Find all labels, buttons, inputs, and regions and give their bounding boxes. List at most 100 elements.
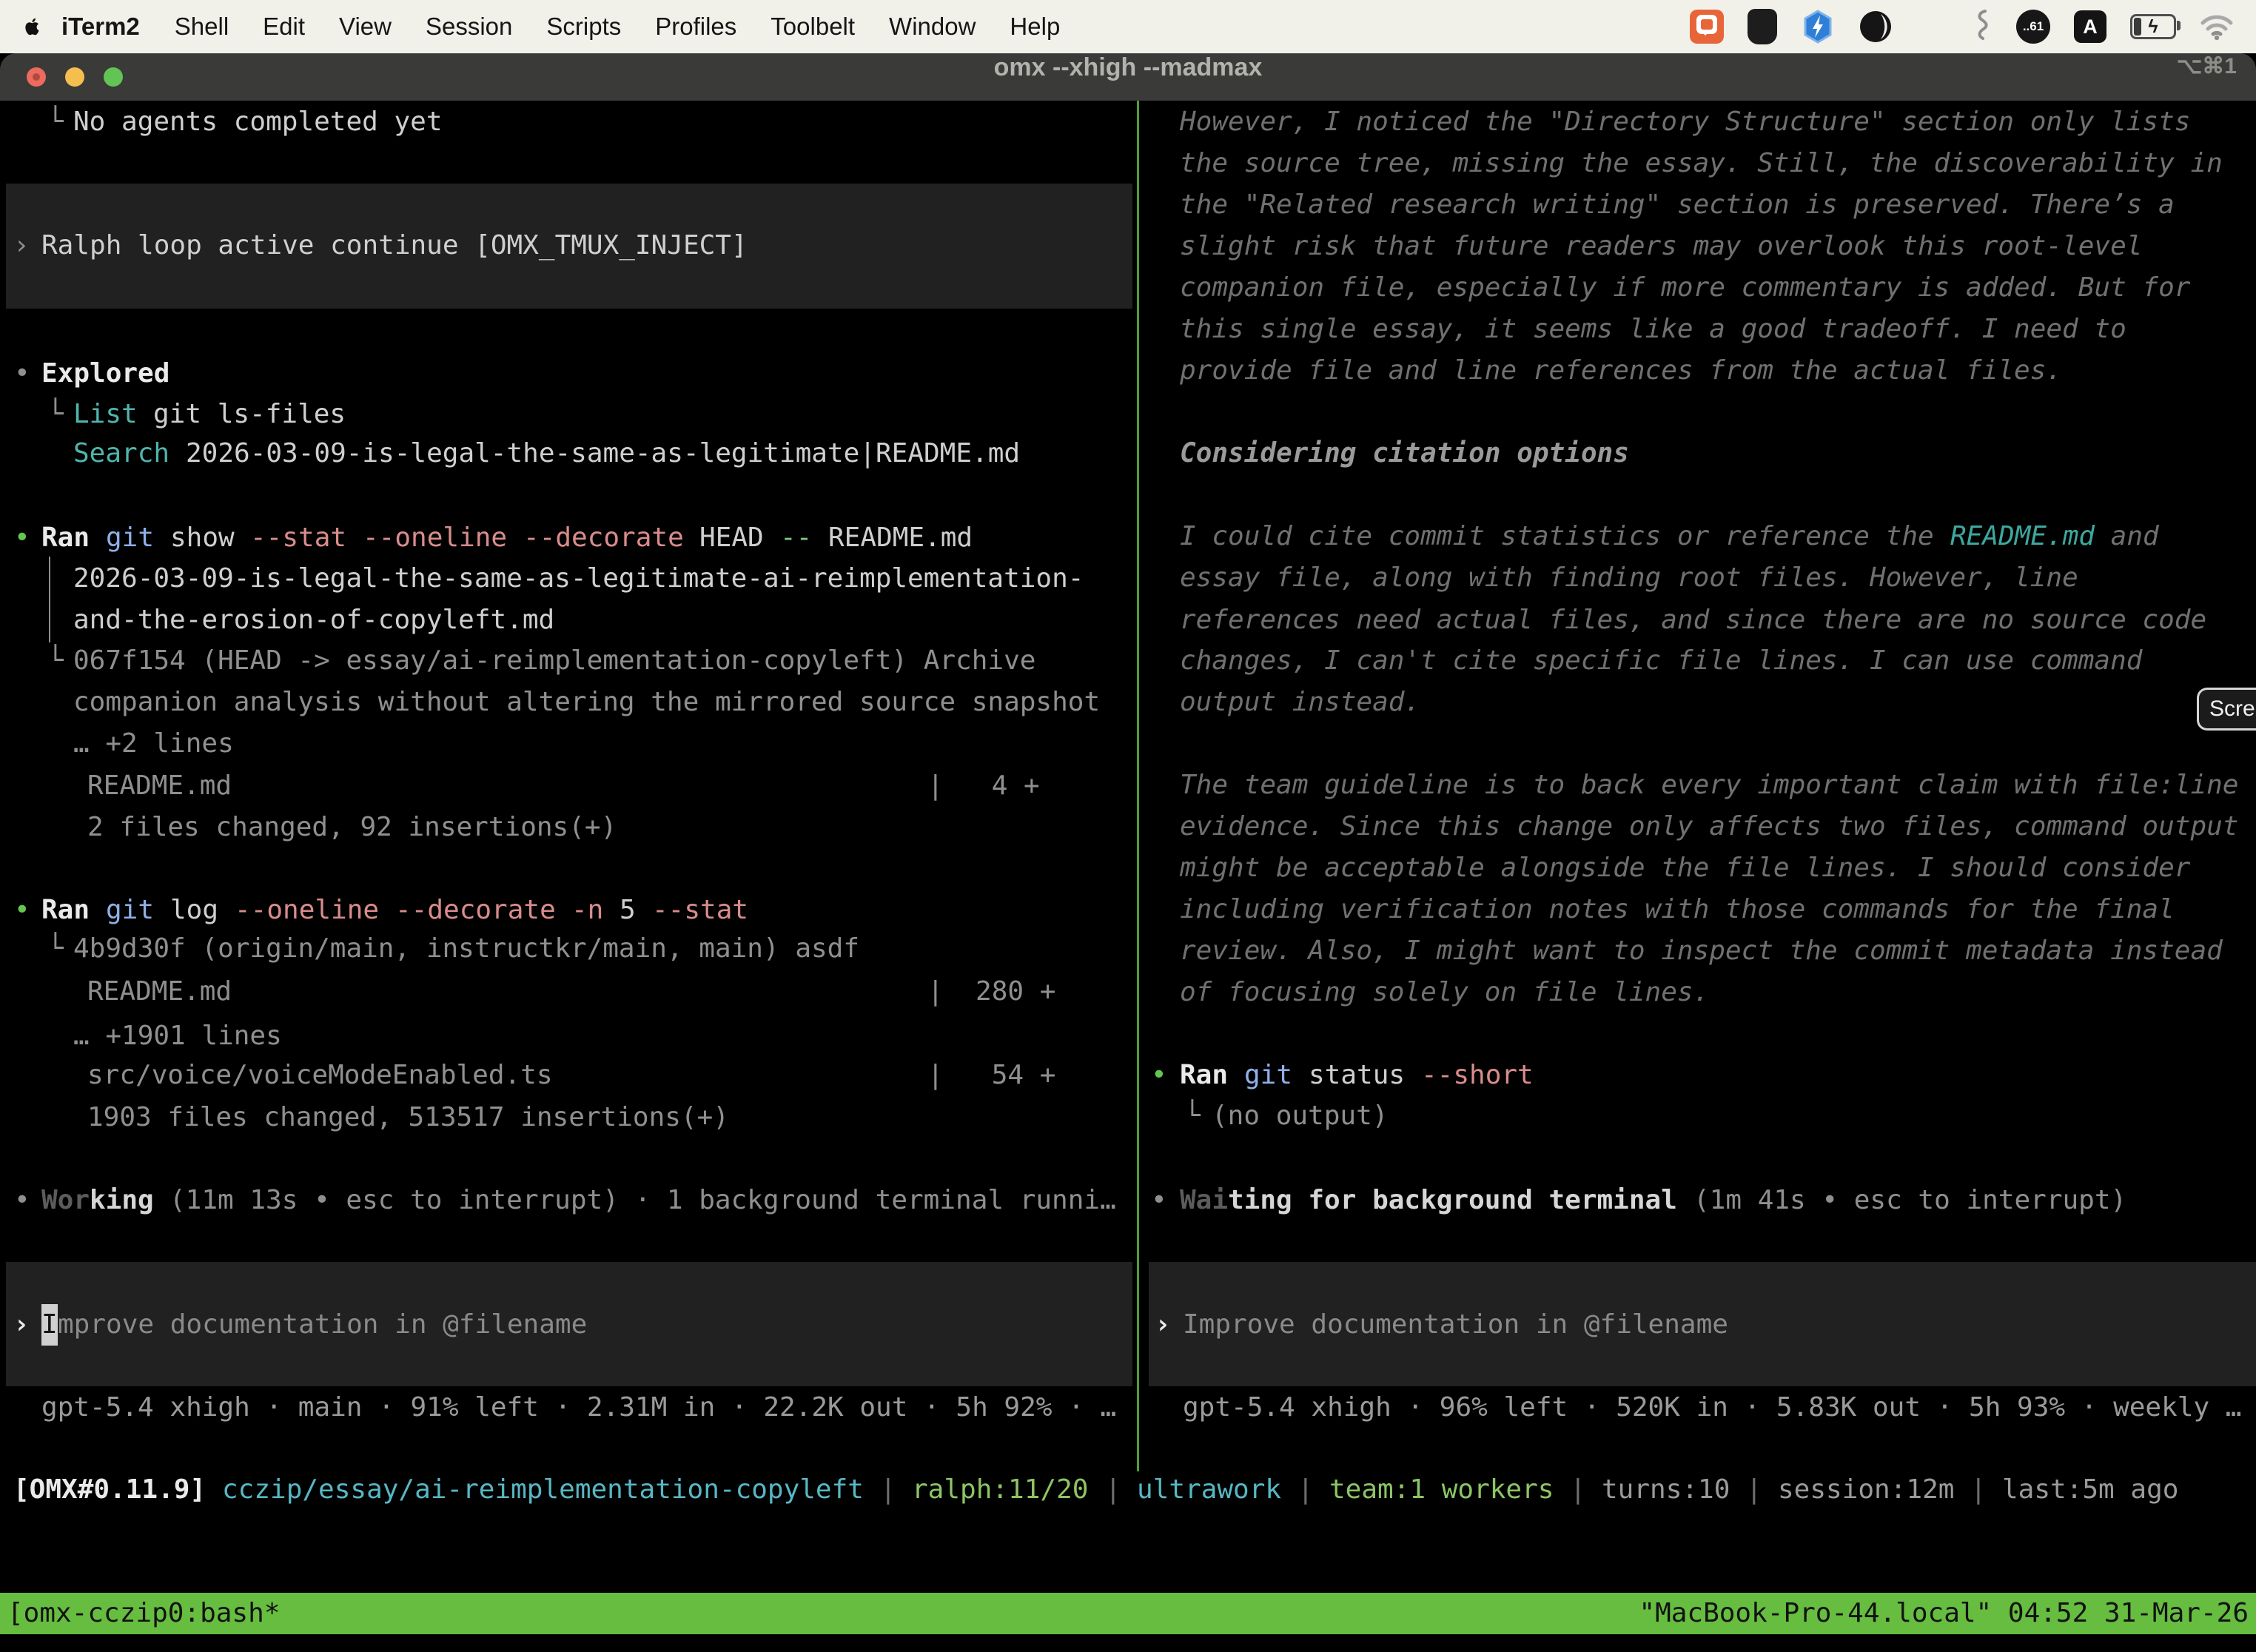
menu-item-help[interactable]: Help — [1010, 13, 1060, 41]
text-run: List — [73, 394, 138, 435]
text-run: status — [1309, 1055, 1405, 1096]
text-run: • — [1151, 1180, 1167, 1221]
a-badge-icon[interactable]: A — [2074, 10, 2106, 43]
omx-team: team:1 workers — [1329, 1469, 1554, 1511]
terminal-content: Scre [omx-cczip0:bash* "MacBook-Pro-44.l… — [0, 53, 2256, 1652]
pie-circle-icon[interactable] — [1859, 10, 1893, 44]
menu-item-window[interactable]: Window — [889, 13, 976, 41]
model-status-line: gpt-5.4 xhigh · 96% left · 520K in · 5.8… — [0, 1387, 2256, 1428]
text-run: output instead. — [1180, 682, 1420, 723]
terminal-line: review. Also, I might want to inspect th… — [0, 930, 2256, 972]
text-run: git ls-files — [153, 394, 346, 435]
text-run: (1m 41s • esc to interrupt) — [1693, 1180, 2126, 1221]
menu-bar-status-icons: ..61 A ϟ — [1690, 8, 2234, 45]
text-run: | — [880, 1469, 896, 1511]
text-run: └ — [47, 394, 64, 435]
text-run: └ — [1184, 1095, 1201, 1137]
omx-worktree: cczip/essay/ai-reimplementation-copyleft — [222, 1469, 864, 1511]
terminal-line: companion file, especially if more comme… — [0, 267, 2256, 309]
omx-last: last:5m ago — [2002, 1469, 2178, 1511]
text-run: changes, I can't cite specific file line… — [1180, 640, 2142, 682]
terminal-line: the source tree, missing the essay. Stil… — [0, 143, 2256, 184]
text-run: review. Also, I might want to inspect th… — [1180, 930, 2223, 972]
text-run: • — [1151, 1055, 1167, 1096]
menu-item-shell[interactable]: Shell — [175, 13, 229, 41]
menu-item-profiles[interactable]: Profiles — [655, 13, 736, 41]
text-run: git — [1244, 1055, 1292, 1096]
text-run: the "Related research writing" section i… — [1180, 184, 2175, 226]
tmux-session-name[interactable]: [omx-cczip0:bash* — [7, 1593, 280, 1634]
text-run: evidence. Since this change only affects… — [1180, 806, 2238, 847]
menu-item-scripts[interactable]: Scripts — [546, 13, 621, 41]
terminal-line: changes, I can't cite specific file line… — [0, 640, 2256, 682]
menu-bar: iTerm2 Shell Edit View Session Scripts P… — [0, 0, 2256, 53]
apple-menu-icon[interactable] — [22, 16, 42, 38]
text-run: gpt-5.4 xhigh · 96% left · 520K in · 5.8… — [1183, 1387, 2241, 1428]
text-run: and — [2095, 516, 2159, 557]
text-run: (no output) — [1212, 1095, 1388, 1137]
text-run: this single essay, it seems like a good … — [1180, 309, 2126, 350]
text-run: the source tree, missing the essay. Stil… — [1180, 143, 2223, 184]
terminal-line: essay file, along with finding root file… — [0, 557, 2256, 599]
terminal-window: omx --xhigh --madmax ⌥⌘1 Scre [omx-cczip… — [0, 53, 2256, 1652]
wifi-icon[interactable] — [2200, 13, 2234, 41]
tmux-host-clock: "MacBook-Pro-44.local" 04:52 31-Mar-26 — [1639, 1593, 2249, 1634]
shield-grid-icon[interactable] — [1748, 9, 1777, 44]
text-run: ting for background terminal — [1228, 1180, 1677, 1221]
dots-grid-icon[interactable] — [1916, 12, 1947, 42]
terminal-line: • Rangit status --short — [0, 1055, 2256, 1096]
text-run: Ran — [1180, 1055, 1228, 1096]
tmux-status-bar: [omx-cczip0:bash* "MacBook-Pro-44.local"… — [0, 1593, 2256, 1634]
menu-item-edit[interactable]: Edit — [263, 13, 305, 41]
text-run: Wai — [1180, 1180, 1228, 1221]
omx-version: [OMX#0.11.9] — [13, 1469, 206, 1511]
text-run: | — [1105, 1469, 1121, 1511]
text-run: | — [1297, 1469, 1314, 1511]
thinking-heading: Considering citation options — [0, 433, 2256, 474]
text-run: --short — [1421, 1055, 1534, 1096]
terminal-line: └ (no output) — [0, 1095, 2256, 1137]
text-run: might be acceptable alongside the file l… — [1180, 847, 2190, 889]
text-run: I could cite commit statistics or refere… — [1180, 516, 1950, 557]
text-run: including verification notes with those … — [1180, 889, 2175, 930]
app-menu-title[interactable]: iTerm2 — [61, 13, 140, 41]
hexagon-bolt-icon[interactable] — [1801, 10, 1835, 44]
terminal-line: … +1901 lines — [0, 1015, 2256, 1057]
menu-item-session[interactable]: Session — [426, 13, 512, 41]
terminal-line: └List git ls-files — [0, 394, 2256, 435]
terminal-line: … +2 lines — [0, 723, 2256, 765]
usage-badge[interactable]: ..61 — [2016, 10, 2050, 44]
terminal-line: evidence. Since this change only affects… — [0, 806, 2256, 847]
text-run: | — [1746, 1469, 1762, 1511]
chat-icon[interactable] — [1690, 10, 1724, 44]
terminal-line: provide file and line references from th… — [0, 350, 2256, 392]
text-run: … +2 lines — [73, 723, 234, 765]
terminal-line: references need actual files, and since … — [0, 600, 2256, 641]
text-run: slight risk that future readers may over… — [1180, 226, 2142, 267]
text-run: … +1901 lines — [73, 1015, 282, 1057]
terminal-line: However, I noticed the "Directory Struct… — [0, 101, 2256, 143]
waiting-status: • Waiting for background terminal (1m 41s … — [0, 1180, 2256, 1221]
terminal-line: might be acceptable alongside the file l… — [0, 847, 2256, 889]
text-run: Improve documentation in @filename — [1183, 1304, 1728, 1346]
text-run: The team guideline is to back every impo… — [1180, 765, 2238, 806]
squiggle-icon[interactable] — [1970, 8, 1993, 45]
terminal-line: including verification notes with those … — [0, 889, 2256, 930]
omx-turns: turns:10 — [1602, 1469, 1730, 1511]
text-run: provide file and line references from th… — [1180, 350, 2062, 392]
omx-session: session:12m — [1778, 1469, 1954, 1511]
menu-item-view[interactable]: View — [339, 13, 392, 41]
terminal-line: the "Related research writing" section i… — [0, 184, 2256, 226]
battery-icon[interactable]: ϟ — [2130, 14, 2176, 39]
terminal-line: this single essay, it seems like a good … — [0, 309, 2256, 350]
prompt-input-line[interactable]: ›Improve documentation in @filename — [0, 1304, 2256, 1346]
text-run: However, I noticed the "Directory Struct… — [1180, 101, 2190, 143]
text-run: companion file, especially if more comme… — [1180, 267, 2190, 309]
terminal-line: of focusing solely on file lines. — [0, 972, 2256, 1013]
terminal-line: slight risk that future readers may over… — [0, 226, 2256, 267]
text-run: of focusing solely on file lines. — [1180, 972, 1709, 1013]
terminal-line: output instead. — [0, 682, 2256, 723]
text-run: | — [1570, 1469, 1586, 1511]
menu-item-toolbelt[interactable]: Toolbelt — [771, 13, 855, 41]
omx-ralph-count: ralph:11/20 — [912, 1469, 1088, 1511]
